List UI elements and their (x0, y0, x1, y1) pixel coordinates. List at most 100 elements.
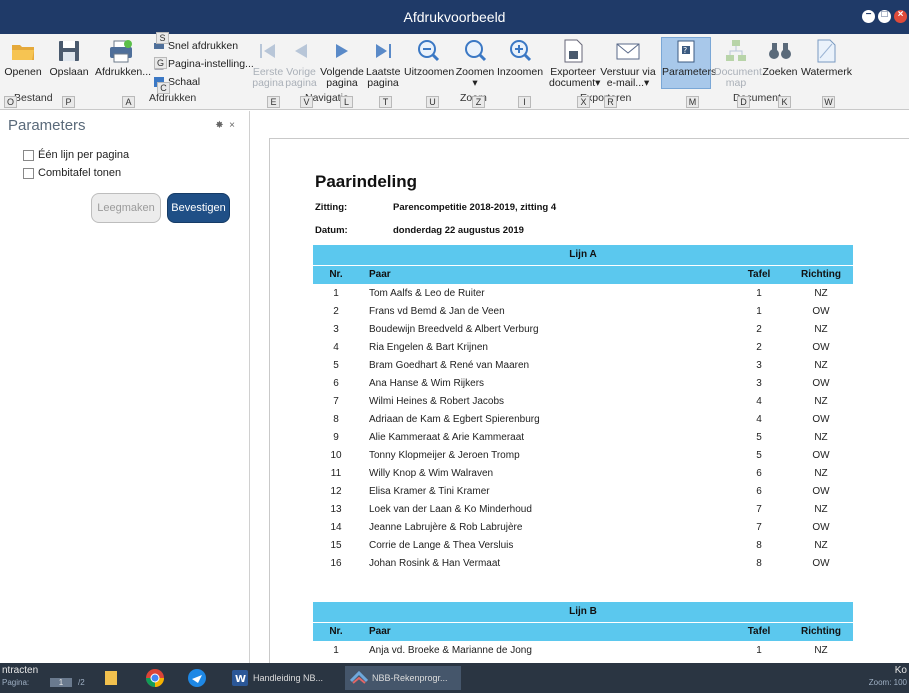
cell-paar: Adriaan de Kam & Egbert Spierenburg (369, 413, 540, 425)
key-s: S (156, 32, 169, 44)
checkbox[interactable] (23, 149, 34, 161)
col-paar: Paar (359, 621, 729, 641)
cell-paar: Anja vd. Broeke & Marianne de Jong (369, 644, 532, 656)
print-preview[interactable]: Paarindeling Zitting: Parencompetitie 20… (251, 111, 909, 678)
table-row: 3 Boudewijn Breedveld & Albert Verburg 2 NZ (313, 320, 853, 338)
floppy-icon (56, 38, 82, 64)
zoom-button[interactable]: Zoomen ▾ (455, 38, 495, 89)
key-k: K (778, 96, 791, 108)
zoom-icon (462, 38, 488, 64)
chrome-taskbar-button[interactable] (140, 666, 170, 690)
cell-tafel: 8 (756, 557, 762, 569)
cell-tafel: 4 (756, 395, 762, 407)
zoom-out-icon (415, 38, 441, 64)
option-one-line-per-page[interactable]: Één lijn per pagina (23, 149, 129, 161)
taskbar-left-text: ntracten (2, 665, 39, 676)
word-taskbar-button[interactable]: W Handleiding NB... (226, 666, 328, 690)
cell-tafel: 6 (756, 485, 762, 497)
taskbar-right-text: Ko (894, 665, 907, 676)
col-richting: Richting (789, 264, 853, 284)
word-icon: W (232, 670, 248, 686)
key-u: U (426, 96, 439, 108)
panel-controls: ✸ × (215, 120, 235, 131)
zoom-out-button[interactable]: Uitzoomen (404, 38, 454, 78)
page-count: /2 (78, 678, 85, 687)
confirm-button[interactable]: Bevestigen (167, 193, 230, 223)
cell-paar: Elisa Kramer & Tini Kramer (369, 485, 490, 497)
page-input[interactable]: 1 (50, 678, 72, 687)
cell-nr: 2 (333, 305, 339, 317)
first-page-button[interactable]: Eerste pagina (252, 38, 284, 89)
export-document-button[interactable]: Exporteer document▾ (549, 38, 600, 89)
ribbon: Openen Opslaan Bestand O P Afdrukken... … (0, 32, 909, 110)
cell-paar: Jeanne Labrujère & Rob Labrujère (369, 521, 523, 533)
explorer-taskbar-button[interactable] (98, 666, 124, 690)
cell-richting: OW (812, 377, 830, 389)
next-page-button[interactable]: Volgende pagina (319, 38, 365, 89)
cell-nr: 8 (333, 413, 339, 425)
key-p: P (62, 96, 75, 108)
last-page-button[interactable]: Laatste pagina (366, 38, 400, 89)
option-combitafel[interactable]: Combitafel tonen (23, 167, 121, 179)
clear-button[interactable]: Leegmaken (91, 193, 161, 223)
maximize-button[interactable]: □ (878, 9, 891, 23)
cell-tafel: 2 (756, 341, 762, 353)
cell-nr: 14 (330, 521, 342, 533)
key-w: W (822, 96, 835, 108)
cell-paar: Alie Kammeraat & Arie Kammeraat (369, 431, 525, 443)
table-row: 5 Bram Goedhart & René van Maaren 3 NZ (313, 356, 853, 374)
cell-richting: OW (812, 449, 830, 461)
cell-tafel: 7 (756, 521, 762, 533)
watermark-button[interactable]: Watermerk (801, 38, 852, 78)
table-row: 8 Adriaan de Kam & Egbert Spierenburg 4 OW (313, 410, 853, 428)
cell-tafel: 8 (756, 539, 762, 551)
cell-paar: Frans vd Bemd & Jan de Veen (369, 305, 505, 317)
cell-tafel: 4 (756, 413, 762, 425)
nbb-taskbar-button[interactable]: NBB-Rekenprogr... (345, 666, 461, 690)
search-button[interactable]: Zoeken (760, 38, 800, 78)
cell-nr: 16 (330, 557, 342, 569)
key-z: Z (472, 96, 485, 108)
prev-page-button[interactable]: Vorige pagina (285, 38, 317, 89)
parameters-panel: Parameters ✸ × Één lijn per pagina Combi… (0, 111, 250, 663)
cell-richting: OW (812, 341, 830, 353)
cell-paar: Ria Engelen & Bart Krijnen (369, 341, 488, 353)
zoom-in-button[interactable]: Inzoomen (497, 38, 543, 78)
pin-icon[interactable]: ✸ (215, 120, 223, 131)
folder-icon (105, 671, 117, 685)
cell-richting: NZ (814, 395, 828, 407)
email-icon (615, 38, 641, 64)
key-d: D (737, 96, 750, 108)
checkbox[interactable] (23, 167, 34, 179)
chrome-icon (146, 669, 164, 687)
mail-taskbar-button[interactable] (182, 666, 212, 690)
print-button[interactable]: Afdrukken... (95, 38, 151, 78)
cell-nr: 3 (333, 323, 339, 335)
binoculars-icon (767, 38, 793, 64)
chevron-down-icon: ▾ (644, 77, 650, 89)
cell-tafel: 1 (756, 287, 762, 299)
panel-title: Parameters (8, 117, 86, 134)
close-icon[interactable]: × (229, 120, 235, 131)
key-t: T (379, 96, 392, 108)
window-title: Afdrukvoorbeeld (403, 9, 506, 25)
taskbar: ntracten Pagina: 1 /2 W Handleiding NB..… (0, 663, 909, 693)
page-setup-button[interactable]: Pagina-instelling... (153, 58, 254, 70)
page-label: Pagina: (2, 678, 30, 687)
table-row: 2 Frans vd Bemd & Jan de Veen 1 OW (313, 302, 853, 320)
table-lijn-b: Lijn B Nr. Paar Tafel Richting 1 Anja vd.… (313, 602, 853, 659)
save-button[interactable]: Opslaan (49, 38, 89, 78)
document-map-button[interactable]: Document map (714, 38, 762, 89)
cell-nr: 1 (333, 287, 339, 299)
cell-nr: 7 (333, 395, 339, 407)
minimize-button[interactable]: − (862, 9, 875, 23)
send-email-button[interactable]: Verstuur via e-mail...▾ (600, 38, 656, 89)
table-row: 1 Tom Aalfs & Leo de Ruiter 1 NZ (313, 284, 853, 302)
parameters-button[interactable]: ? Parameters (661, 37, 716, 89)
cell-nr: 15 (330, 539, 342, 551)
cell-tafel: 5 (756, 431, 762, 443)
close-button[interactable]: × (894, 9, 907, 23)
open-button[interactable]: Openen (4, 38, 42, 78)
cell-tafel: 6 (756, 467, 762, 479)
svg-text:W: W (235, 674, 246, 685)
